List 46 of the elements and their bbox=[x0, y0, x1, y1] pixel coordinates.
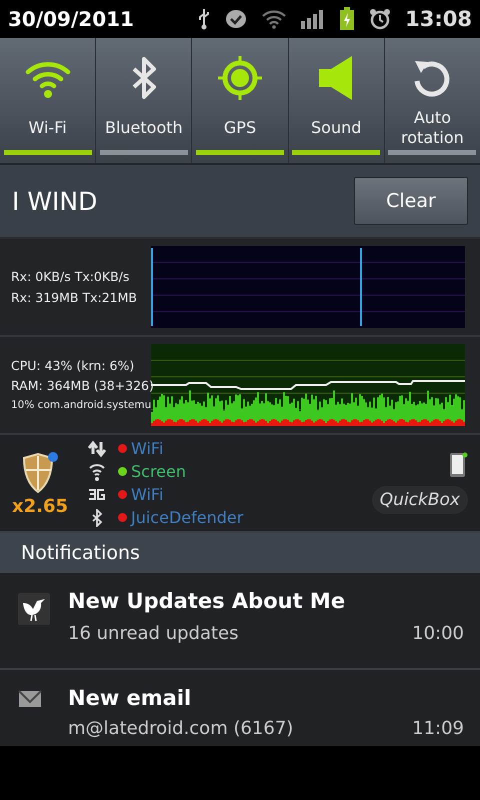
usb-icon bbox=[197, 8, 212, 30]
quickbox-button[interactable]: QuickBox bbox=[372, 486, 468, 514]
toggle-label: Auto rotation bbox=[401, 107, 464, 149]
data-arrows-icon bbox=[88, 440, 106, 458]
notification-text: m@latedroid.com (6167) bbox=[68, 718, 294, 739]
status-time: 13:08 bbox=[405, 7, 472, 31]
notification-time: 10:00 bbox=[412, 623, 464, 644]
toggle-label: Wi-Fi bbox=[28, 117, 67, 139]
network-stat: Rx: 319MB Tx:21MB bbox=[11, 290, 138, 305]
notifications-header: Notifications bbox=[0, 533, 480, 573]
toggle-label: Sound bbox=[311, 117, 362, 139]
toggle-tile[interactable]: Wi-Fi bbox=[0, 38, 96, 163]
cpu-stat: 10% com.android.systemu bbox=[11, 398, 151, 412]
toggle-tile[interactable]: GPS bbox=[192, 38, 289, 163]
cpu-stat: CPU: 43% (krn: 6%) bbox=[11, 358, 136, 373]
status-label: WiFi bbox=[131, 485, 164, 504]
notification-title: New Updates About Me bbox=[68, 589, 346, 613]
carrier-name: I WIND bbox=[12, 186, 98, 216]
wifi-icon bbox=[261, 9, 288, 29]
status-date: 30/09/2011 bbox=[8, 7, 135, 31]
cpu-stat: RAM: 364MB (38+326) bbox=[11, 378, 151, 393]
network-stat: Rx: 0KB/s Tx:0KB/s bbox=[11, 269, 130, 284]
toggle-tile[interactable]: Bluetooth bbox=[96, 38, 192, 163]
notification-item[interactable]: New email m@latedroid.com (6167) 11:09 bbox=[0, 670, 480, 746]
clear-button[interactable]: Clear bbox=[354, 177, 468, 225]
envelope-icon bbox=[18, 690, 42, 708]
status-label: JuiceDefender bbox=[131, 508, 244, 527]
toggle-label: GPS bbox=[224, 117, 256, 139]
notification-item[interactable]: New Updates About Me 16 unread updates 10:00 bbox=[0, 573, 480, 670]
signal-icon bbox=[301, 9, 326, 29]
check-badge-icon bbox=[225, 9, 248, 29]
status-label: Screen bbox=[131, 462, 186, 481]
multiplier-text: x2.65 bbox=[12, 496, 68, 516]
wifi-icon bbox=[88, 462, 106, 480]
notification-time: 11:09 bbox=[412, 718, 464, 739]
battery-charging-icon bbox=[339, 7, 356, 31]
toggle-tile[interactable]: Sound bbox=[288, 38, 385, 163]
notification-text: 16 unread updates bbox=[68, 623, 238, 644]
toggle-tile[interactable]: Auto rotation bbox=[384, 38, 480, 163]
notification-title: New email bbox=[68, 686, 192, 710]
phone-icon bbox=[448, 452, 468, 478]
status-label: WiFi bbox=[131, 439, 164, 458]
bird-icon bbox=[18, 593, 50, 625]
shield-icon bbox=[20, 450, 60, 494]
alarm-clock-icon bbox=[369, 8, 392, 30]
toggle-label: Bluetooth bbox=[104, 117, 183, 139]
